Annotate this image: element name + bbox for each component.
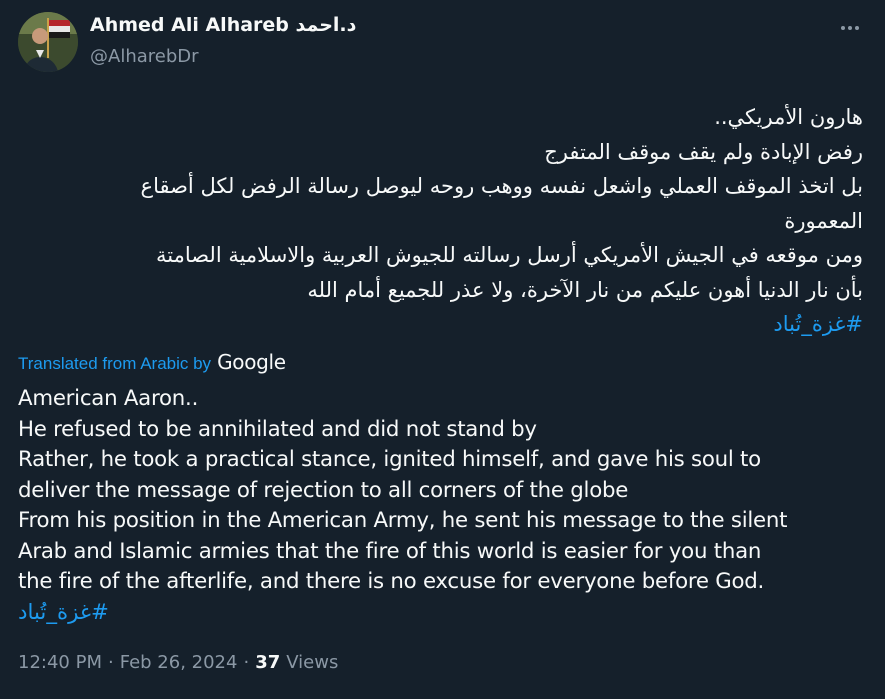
tweet-time[interactable]: 12:40 PM	[18, 652, 102, 673]
translated-text: American Aaron.. He refused to be annihi…	[18, 384, 878, 628]
tweet-text-line: المعمورة	[784, 208, 863, 233]
tweet-text-line: بأن نار الدنيا أهون عليكم من نار الآخرة،…	[307, 277, 863, 302]
more-dot	[855, 26, 859, 30]
author-avatar[interactable]	[18, 12, 78, 72]
tweet-date[interactable]: Feb 26, 2024	[120, 652, 238, 673]
meta-separator: ·	[107, 652, 114, 673]
views-count[interactable]: 37	[255, 652, 280, 673]
translation-attribution: Translated from Arabic by Google	[18, 350, 286, 374]
more-dot	[848, 26, 852, 30]
more-options-button[interactable]	[833, 14, 867, 42]
tweet-text-line: ومن موقعه في الجيش الأمريكي أرسل رسالته …	[155, 243, 863, 267]
translated-text-line: Rather, he took a practical stance, igni…	[18, 447, 761, 472]
views-label[interactable]: Views	[286, 652, 338, 673]
translated-text-line: deliver the message of rejection to all …	[18, 477, 629, 503]
translated-text-line: He refused to be annihilated and did not…	[18, 416, 537, 442]
translated-text-line: From his position in the American Army, …	[18, 508, 788, 533]
meta-separator: ·	[243, 652, 250, 673]
tweet-meta: 12:40 PM · Feb 26, 2024 · 37 Views	[18, 652, 338, 673]
author-name-row[interactable]: Ahmed Ali Alhareb د.احمد	[90, 14, 356, 36]
hashtag-link[interactable]: #غزة_تُباد	[773, 312, 863, 336]
profile-photo-icon	[18, 12, 78, 72]
tweet-text: هارون الأمريكي.. رفض الإبادة ولم يقف موق…	[13, 100, 863, 342]
google-logo: Google	[217, 350, 286, 374]
translated-text-line: the fire of the afterlife, and there is …	[18, 569, 765, 594]
translated-from-label[interactable]: Translated from Arabic by	[18, 354, 211, 374]
translated-text-line: American Aaron..	[18, 386, 199, 411]
author-display-name[interactable]: Ahmed Ali Alhareb د.احمد	[90, 14, 356, 36]
tweet-text-line: بل اتخذ الموقف العملي واشعل نفسه ووهب رو…	[140, 174, 863, 198]
more-horizontal-icon	[841, 26, 845, 30]
tweet-text-line: هارون الأمريكي..	[714, 105, 863, 129]
tweet-text-line: رفض الإبادة ولم يقف موقف المتفرج	[544, 139, 863, 164]
author-handle[interactable]: @AlharebDr	[90, 46, 199, 67]
tweet-card: Ahmed Ali Alhareb د.احمد @AlharebDr هارو…	[0, 0, 885, 699]
translated-hashtag-link[interactable]: #غزة_تُباد	[18, 598, 109, 629]
translated-text-line: Arab and Islamic armies that the fire of…	[18, 538, 762, 564]
